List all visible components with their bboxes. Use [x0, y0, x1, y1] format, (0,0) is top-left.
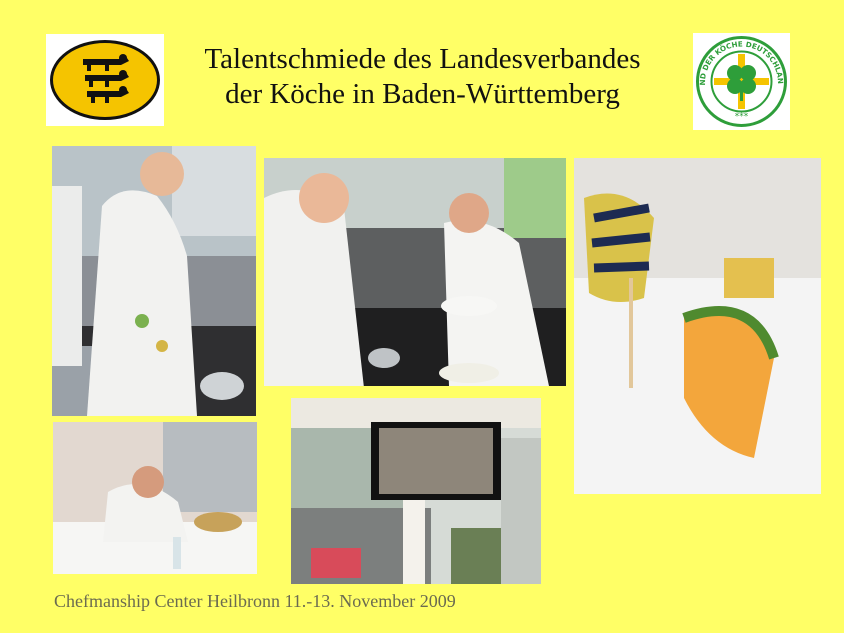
crest-logo	[46, 34, 164, 126]
vegetable-sculpture-photo	[574, 158, 821, 494]
chef-plating-photo	[52, 146, 256, 416]
page-title: Talentschmiede des Landesverbandes der K…	[150, 42, 695, 112]
title-line-1: Talentschmiede des Landesverbandes	[204, 43, 641, 75]
footer-caption: Chefmanship Center Heilbronn 11.-13. Nov…	[54, 591, 456, 611]
chefs-at-counter-photo	[264, 158, 566, 386]
judge-writing-photo	[53, 422, 257, 574]
tv-screen-photo	[291, 398, 541, 584]
title-line-2: der Köche in Baden-Württemberg	[225, 78, 620, 110]
baden-wuerttemberg-lions-crest-icon	[50, 40, 160, 120]
clover-seal-logo: VERBAND DER KÖCHE DEUTSCHLANDS e.V. ***	[690, 26, 790, 130]
seal-stars: ***	[735, 112, 749, 122]
clover-seal-icon: VERBAND DER KÖCHE DEUTSCHLANDS e.V. ***	[690, 26, 787, 127]
